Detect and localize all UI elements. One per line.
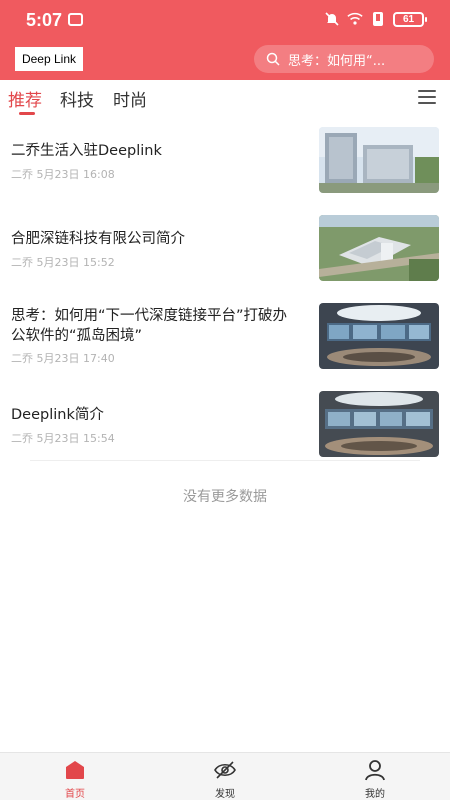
wifi-icon <box>347 11 363 27</box>
search-placeholder: 思考：如何用“... <box>288 53 386 69</box>
nav-profile-label: 我的 <box>365 789 385 800</box>
news-thumbnail <box>319 215 439 281</box>
eye-slash-icon <box>213 759 237 781</box>
bell-mute-icon <box>324 11 340 27</box>
news-title: 合肥深链科技有限公司简介 <box>11 231 185 247</box>
news-title: Deeplink简介 <box>11 407 104 423</box>
news-thumbnail <box>319 127 439 193</box>
news-date: 5月23日 15:52 <box>36 256 115 269</box>
news-item[interactable]: Deeplink简介 二乔 5月23日 15:54 <box>0 390 450 478</box>
nav-profile[interactable]: 我的 <box>300 753 450 800</box>
status-bar: 5:07 61 <box>0 0 450 40</box>
sim-icon <box>68 13 83 26</box>
news-item[interactable]: 思考：如何用“下一代深度链接平台”打破办公软件的“孤岛困境” 二乔 5月23日 … <box>0 302 450 390</box>
news-meta: 二乔 5月23日 17:40 <box>11 350 115 366</box>
news-meta: 二乔 5月23日 16:08 <box>11 166 115 182</box>
news-title: 思考：如何用“下一代深度链接平台”打破办公软件的“孤岛困境” <box>11 308 288 344</box>
news-meta: 二乔 5月23日 15:52 <box>11 254 115 270</box>
tab-recommend[interactable]: 推荐 <box>8 86 42 111</box>
vibrate-icon <box>370 11 386 27</box>
nav-discover-label: 发现 <box>215 789 235 800</box>
news-date: 5月23日 16:08 <box>36 168 115 181</box>
news-title: 二乔生活入驻Deeplink <box>11 143 162 159</box>
bottom-nav: 首页 发现 我的 <box>0 752 450 800</box>
search-bar[interactable]: 思考：如何用“... <box>254 45 434 73</box>
nav-home-label: 首页 <box>65 789 85 800</box>
user-icon <box>363 759 387 781</box>
news-source: 二乔 <box>11 352 33 365</box>
news-item[interactable]: 二乔生活入驻Deeplink 二乔 5月23日 16:08 <box>0 126 450 214</box>
list-divider <box>30 460 420 461</box>
news-thumbnail <box>319 391 439 457</box>
news-date: 5月23日 15:54 <box>36 432 115 445</box>
status-icons: 61 <box>324 11 427 27</box>
news-source: 二乔 <box>11 256 33 269</box>
tab-tech[interactable]: 科技 <box>60 86 94 111</box>
news-date: 5月23日 17:40 <box>36 352 115 365</box>
search-icon <box>266 51 282 67</box>
news-source: 二乔 <box>11 432 33 445</box>
news-meta: 二乔 5月23日 15:54 <box>11 430 115 446</box>
news-source: 二乔 <box>11 168 33 181</box>
menu-icon[interactable] <box>418 90 436 106</box>
status-time: 5:07 <box>26 10 63 30</box>
no-more-data: 没有更多数据 <box>183 489 267 505</box>
nav-home[interactable]: 首页 <box>0 753 150 800</box>
news-list: 二乔生活入驻Deeplink 二乔 5月23日 16:08 合肥深链科技有限公司… <box>0 126 450 478</box>
news-thumbnail <box>319 303 439 369</box>
category-tabs: 推荐 科技 时尚 <box>0 80 450 118</box>
battery-icon: 61 <box>393 11 427 27</box>
news-item[interactable]: 合肥深链科技有限公司简介 二乔 5月23日 15:52 <box>0 214 450 302</box>
active-tab-indicator <box>19 112 35 115</box>
tab-fashion[interactable]: 时尚 <box>113 86 147 111</box>
app-logo[interactable]: Deep Link <box>15 47 83 71</box>
nav-discover[interactable]: 发现 <box>150 753 300 800</box>
home-icon <box>63 759 87 781</box>
app-header: 5:07 61 Deep Link 思考：如何用“... <box>0 0 450 80</box>
